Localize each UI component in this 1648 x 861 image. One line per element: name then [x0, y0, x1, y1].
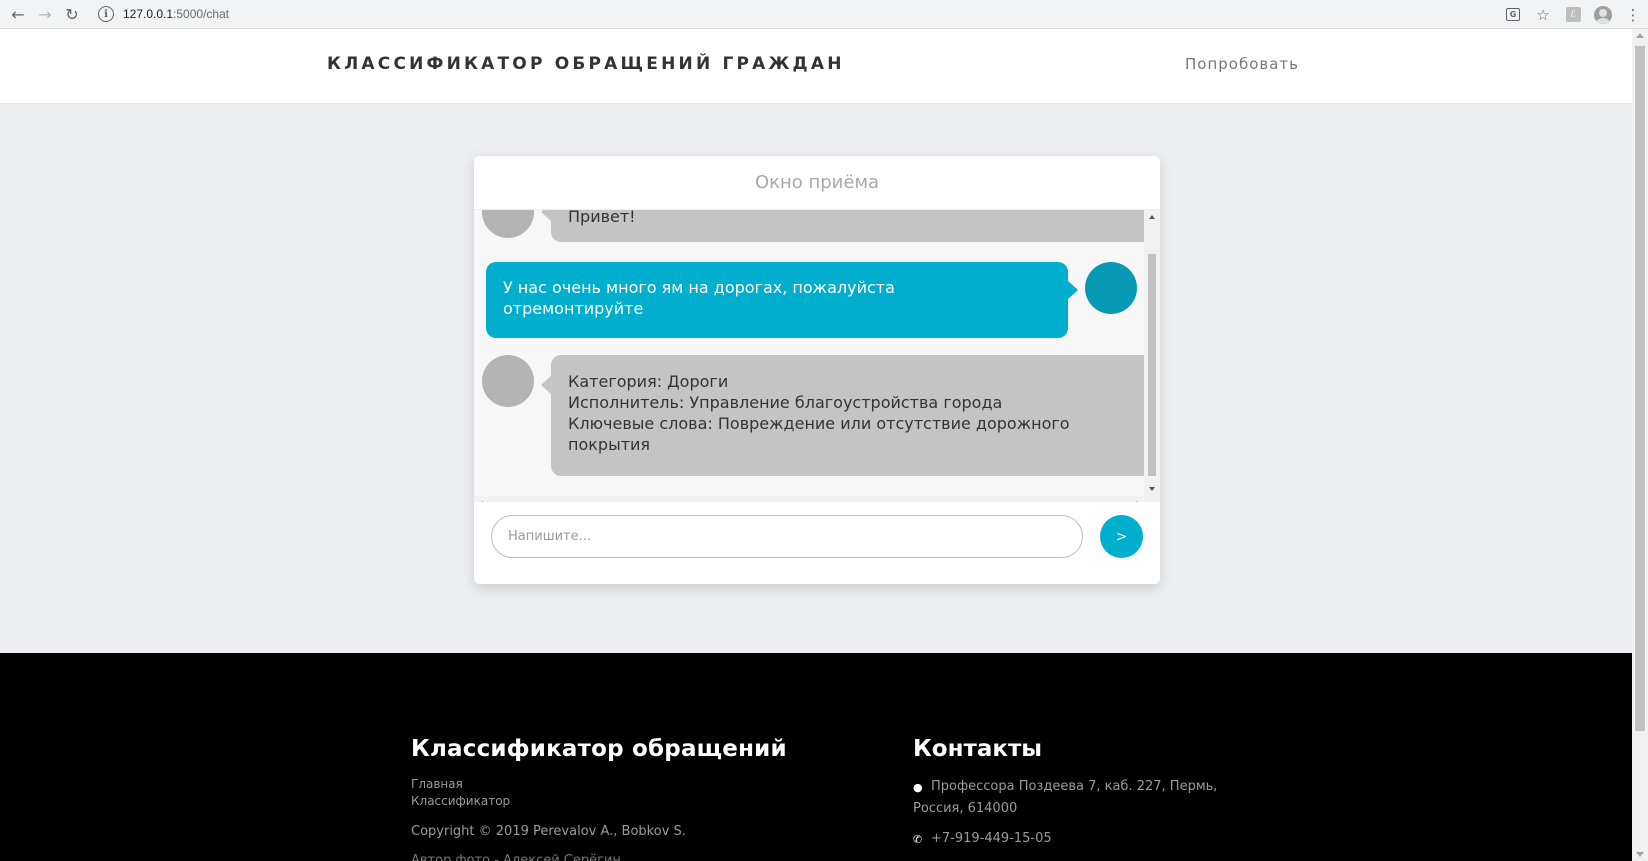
forward-icon[interactable]: → [31, 0, 59, 28]
scroll-down-arrow-icon[interactable] [1636, 852, 1644, 857]
messages-vertical-scrollbar[interactable] [1144, 210, 1160, 496]
profile-glyph [1594, 5, 1612, 24]
message-line: Ключевые слова: Повреждение или отсутств… [568, 414, 1070, 433]
message-line: У нас очень много ям на дорогах, пожалуй… [503, 278, 895, 297]
send-button[interactable]: > [1100, 515, 1143, 558]
user-message: У нас очень много ям на дорогах, пожалуй… [486, 262, 1078, 338]
site-footer: Классификатор обращений Главная Классифи… [0, 653, 1632, 861]
message-input[interactable] [491, 515, 1083, 558]
globe-icon: ● [913, 781, 923, 794]
nav-try-link[interactable]: Попробовать [1185, 55, 1299, 73]
browser-actions: G ☆ ℰ ⋮ [1498, 0, 1648, 29]
contact-phone: ✆ +7-919-449-15-05 [913, 828, 1052, 850]
chat-input-area: > [474, 502, 1160, 584]
info-icon[interactable]: i [98, 6, 114, 22]
footer-link-home[interactable]: Главная [411, 777, 463, 791]
scroll-up-arrow-icon[interactable] [1149, 215, 1155, 219]
footer-contacts-title: Контакты [913, 736, 1043, 762]
message-line: Привет! [568, 210, 636, 226]
phone-number[interactable]: +7-919-449-15-05 [931, 831, 1052, 846]
footer-brand: Классификатор обращений [411, 736, 787, 762]
scroll-down-arrow-icon[interactable] [1149, 487, 1155, 491]
address-line-2: Россия, 614000 [913, 801, 1018, 816]
translate-glyph: G [1506, 8, 1520, 21]
back-icon[interactable]: ← [4, 0, 32, 28]
url-path: :5000/chat [173, 7, 230, 21]
reload-icon[interactable]: ↻ [58, 0, 86, 28]
message-line: отремонтируйте [503, 299, 644, 318]
chat-window: Окно приёма Привет! У нас очень много ям… [474, 156, 1160, 584]
profile-avatar-icon[interactable] [1588, 1, 1618, 29]
footer-photo-credit: Автор фото - Алексей Серёгин [411, 853, 621, 861]
messages-scroll-thumb[interactable] [1148, 254, 1156, 476]
footer-link-classifier[interactable]: Классификатор [411, 794, 510, 808]
bot-message: Привет! [541, 210, 1144, 242]
bot-avatar [482, 210, 534, 238]
menu-kebab-icon[interactable]: ⋮ [1618, 1, 1648, 29]
footer-copyright: Copyright © 2019 Perevalov A., Bobkov S. [411, 824, 686, 839]
extension-icon[interactable]: ℰ [1558, 1, 1588, 29]
extension-glyph: ℰ [1565, 7, 1581, 22]
scroll-up-arrow-icon[interactable] [1636, 33, 1644, 38]
messages-viewport[interactable]: Привет! У нас очень много ям на дорогах,… [474, 210, 1144, 496]
chat-title: Окно приёма [474, 156, 1160, 210]
page-scrollbar[interactable] [1632, 29, 1648, 861]
bot-avatar [482, 355, 534, 407]
contact-address: ● Профессора Поздеева 7, каб. 227, Пермь,… [913, 776, 1217, 820]
bot-message: Категория: Дороги Исполнитель: Управлени… [541, 355, 1144, 476]
message-line: покрытия [568, 435, 651, 454]
site-title[interactable]: КЛАССИФИКАТОР ОБРАЩЕНИЙ ГРАЖДАН [327, 54, 845, 74]
address-bar[interactable]: i 127.0.0.1:5000/chat [90, 3, 1490, 25]
site-header: КЛАССИФИКАТОР ОБРАЩЕНИЙ ГРАЖДАН Попробов… [0, 29, 1632, 104]
phone-icon: ✆ [913, 833, 923, 846]
message-line: Категория: Дороги [568, 372, 729, 391]
url-text[interactable]: 127.0.0.1:5000/chat [123, 7, 229, 21]
translate-icon[interactable]: G [1498, 1, 1528, 29]
message-line: Исполнитель: Управление благоустройства … [568, 393, 1003, 412]
user-avatar [1085, 262, 1137, 314]
url-host: 127.0.0.1 [123, 7, 174, 21]
bookmark-star-icon[interactable]: ☆ [1528, 1, 1558, 29]
page-scroll-thumb[interactable] [1635, 46, 1645, 731]
address-line-1: Профессора Поздеева 7, каб. 227, Пермь, [931, 779, 1218, 794]
browser-toolbar: ← → ↻ i 127.0.0.1:5000/chat G ☆ ℰ ⋮ [0, 0, 1648, 29]
